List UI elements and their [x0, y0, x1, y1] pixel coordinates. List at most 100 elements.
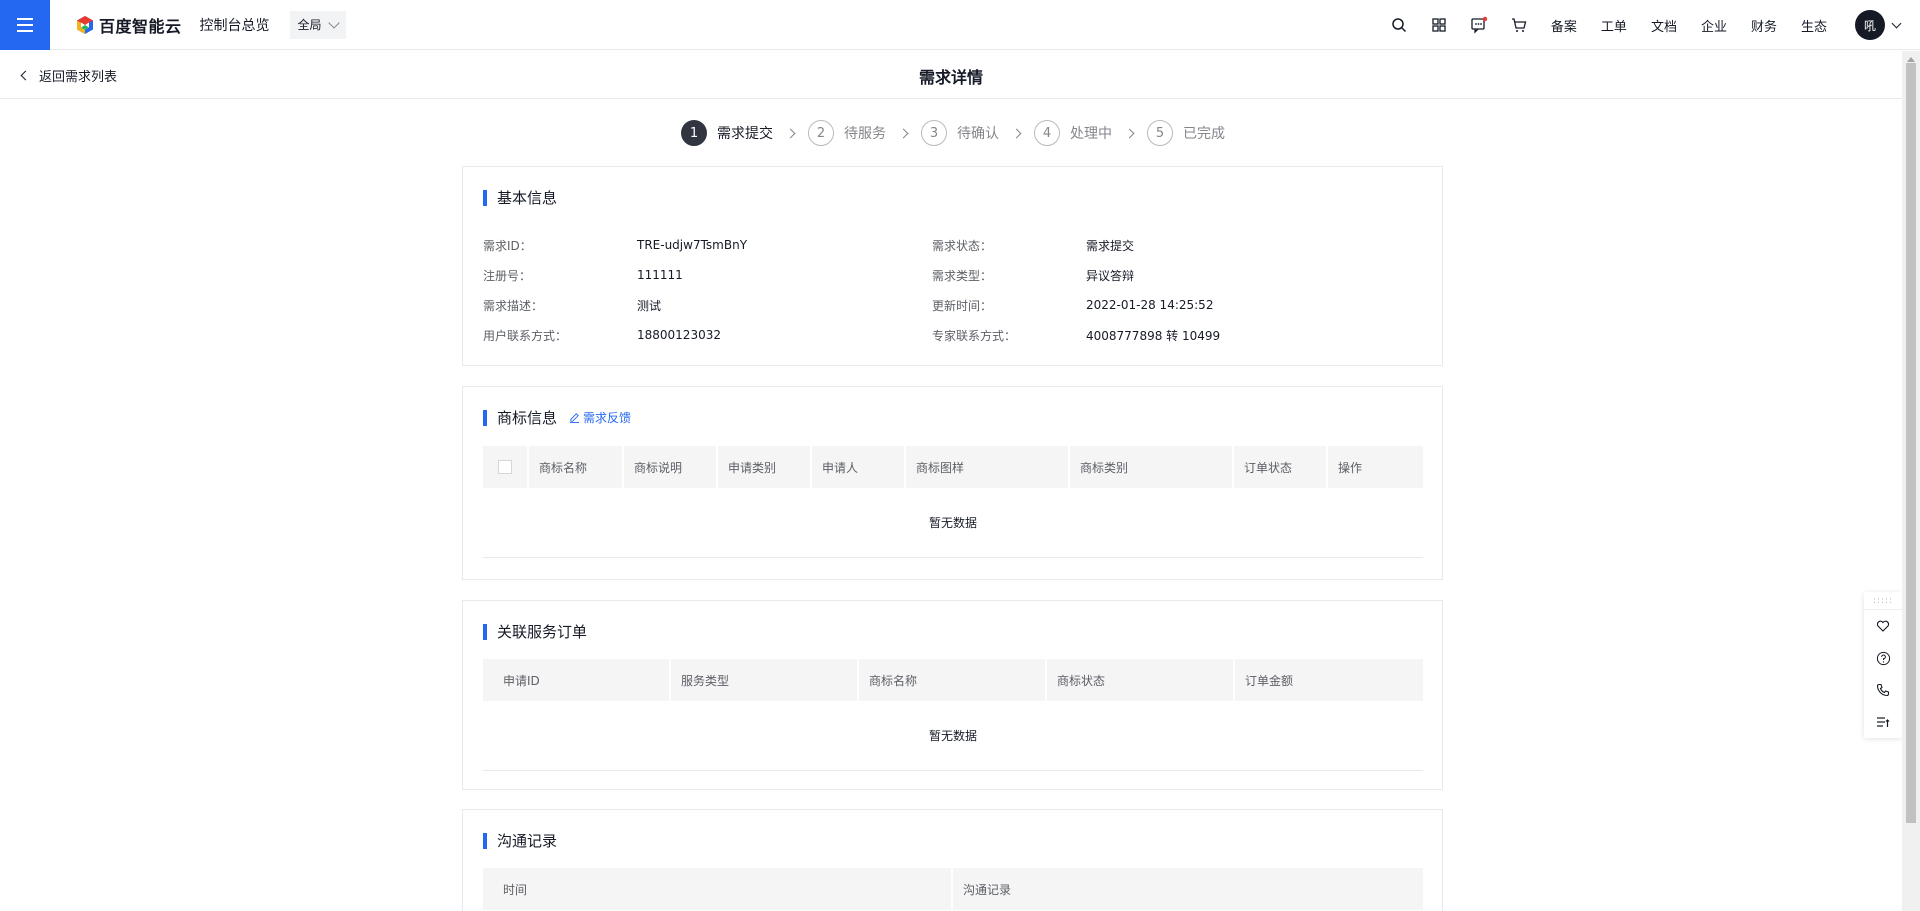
- cart-icon[interactable]: [1499, 0, 1539, 50]
- table-header: 申请ID 服务类型 商标名称 商标状态 订单金额: [483, 659, 1423, 701]
- avatar[interactable]: 吼: [1855, 10, 1885, 40]
- column-header[interactable]: 商标名称: [859, 659, 1047, 701]
- products-grid-icon[interactable]: [1419, 0, 1459, 50]
- chevron-right-icon: [785, 128, 796, 138]
- nav-link-finance[interactable]: 财务: [1751, 16, 1777, 35]
- step-5: 5 已完成: [1147, 120, 1225, 146]
- card-title: 沟通记录: [483, 830, 557, 851]
- column-header[interactable]: 操作: [1328, 446, 1423, 488]
- region-selector[interactable]: 全局: [289, 10, 346, 39]
- card-title-text: 沟通记录: [497, 832, 558, 850]
- title-accent-bar: [483, 409, 487, 426]
- basic-info-card: 基本信息 需求ID： TRE-udjw7TsmBnY 需求状态： 需求提交 注册…: [462, 166, 1443, 366]
- menu-icon[interactable]: [0, 0, 50, 50]
- communication-records-card: 沟通记录 时间 沟通记录: [462, 809, 1443, 911]
- title-accent-bar: [483, 189, 487, 206]
- communication-table: 时间 沟通记录: [483, 868, 1423, 910]
- info-row: 需求ID： TRE-udjw7TsmBnY 需求状态： 需求提交: [483, 230, 1423, 260]
- nav-link-docs[interactable]: 文档: [1651, 16, 1677, 35]
- table-header: 商标名称 商标说明 申请类别 申请人 商标图样 商标类别 订单状态 操作: [483, 446, 1423, 488]
- step-1: 1 需求提交: [681, 120, 773, 146]
- feedback-label: 需求反馈: [583, 411, 632, 425]
- vertical-scrollbar[interactable]: [1902, 51, 1920, 911]
- column-header[interactable]: 订单状态: [1234, 446, 1328, 488]
- nav-link-ticket[interactable]: 工单: [1601, 16, 1627, 35]
- help-icon[interactable]: [1864, 642, 1902, 674]
- info-value: 18800123032: [637, 328, 721, 342]
- column-header[interactable]: 申请ID: [483, 659, 671, 701]
- drag-handle[interactable]: :::::: [1864, 592, 1902, 610]
- page-title: 需求详情: [918, 68, 983, 87]
- phone-icon[interactable]: [1864, 674, 1902, 706]
- info-label: 需求状态：: [932, 238, 993, 253]
- console-overview-link[interactable]: 控制台总览: [200, 15, 270, 35]
- info-value: TRE-udjw7TsmBnY: [637, 238, 748, 252]
- step-2: 2 待服务: [808, 120, 886, 146]
- search-icon[interactable]: [1379, 0, 1419, 50]
- logo[interactable]: 百度智能云: [75, 0, 182, 50]
- card-title: 基本信息: [483, 187, 557, 208]
- info-row: 注册号： 111111 需求类型： 异议答辩: [483, 260, 1423, 290]
- title-accent-bar: [483, 623, 487, 640]
- progress-steps: 1 需求提交 2 待服务 3 待确认 4 处理中 5 已完成: [681, 120, 1225, 146]
- chevron-down-icon[interactable]: [1891, 18, 1902, 28]
- column-header[interactable]: 商标状态: [1047, 659, 1235, 701]
- column-header[interactable]: 申请人: [812, 446, 906, 488]
- step-label: 待服务: [844, 126, 886, 142]
- related-orders-card: 关联服务订单 申请ID 服务类型 商标名称 商标状态 订单金额 暂无数据: [462, 600, 1443, 790]
- info-grid: 需求ID： TRE-udjw7TsmBnY 需求状态： 需求提交 注册号： 11…: [483, 230, 1423, 350]
- column-header[interactable]: 时间: [483, 868, 953, 910]
- empty-state: 暂无数据: [483, 701, 1423, 771]
- chevron-right-icon: [1011, 128, 1022, 138]
- column-header[interactable]: 服务类型: [671, 659, 859, 701]
- info-row: 用户联系方式： 18800123032 专家联系方式： 4008777898 转…: [483, 320, 1423, 350]
- feedback-link[interactable]: 需求反馈: [569, 409, 631, 426]
- nav-link-beian[interactable]: 备案: [1551, 16, 1577, 35]
- feedback-list-icon[interactable]: [1864, 706, 1902, 738]
- title-accent-bar: [483, 832, 487, 849]
- chevron-right-icon: [1124, 128, 1135, 138]
- table-header: 时间 沟通记录: [483, 868, 1423, 910]
- step-3: 3 待确认: [921, 120, 999, 146]
- column-header[interactable]: 商标类别: [1070, 446, 1234, 488]
- chevron-right-icon: [898, 128, 909, 138]
- baidu-cloud-logo-icon: [77, 15, 93, 34]
- nav-link-enterprise[interactable]: 企业: [1701, 16, 1727, 35]
- chevron-down-icon: [327, 16, 340, 29]
- select-all-checkbox[interactable]: [498, 460, 512, 474]
- top-navbar: 百度智能云 控制台总览 全局 备案 工单 文档 企业 财务 生态 吼: [0, 0, 1920, 50]
- card-title-text: 关联服务订单: [497, 623, 588, 641]
- column-header[interactable]: 申请类别: [718, 446, 812, 488]
- nav-link-ecosystem[interactable]: 生态: [1801, 16, 1827, 35]
- step-label: 处理中: [1070, 126, 1112, 142]
- info-label: 用户联系方式：: [483, 328, 568, 343]
- message-icon[interactable]: [1459, 0, 1499, 50]
- step-4: 4 处理中: [1034, 120, 1112, 146]
- scrollbar-thumb[interactable]: [1906, 63, 1916, 823]
- info-label: 需求ID：: [483, 238, 532, 253]
- column-header[interactable]: 商标说明: [624, 446, 718, 488]
- info-label: 需求类型：: [932, 268, 993, 283]
- step-label: 待确认: [957, 126, 999, 142]
- step-number: 5: [1147, 120, 1173, 146]
- info-value: 4008777898 转 10499: [1086, 328, 1221, 343]
- card-title: 关联服务订单: [483, 621, 587, 642]
- empty-state: 暂无数据: [483, 488, 1423, 558]
- info-value: 测试: [637, 298, 662, 313]
- scroll-up-arrow-icon[interactable]: [1907, 57, 1915, 62]
- column-header[interactable]: 订单金额: [1235, 659, 1423, 701]
- favorite-icon[interactable]: [1864, 610, 1902, 642]
- step-label: 需求提交: [717, 126, 773, 142]
- column-header[interactable]: 商标图样: [906, 446, 1070, 488]
- info-value: 异议答辩: [1086, 268, 1135, 283]
- step-number: 1: [681, 120, 707, 146]
- column-header[interactable]: 商标名称: [529, 446, 624, 488]
- info-row: 需求描述： 测试 更新时间： 2022-01-28 14:25:52: [483, 290, 1423, 320]
- column-header[interactable]: 沟通记录: [953, 868, 1423, 910]
- floating-toolbar: :::::: [1864, 592, 1902, 738]
- info-value: 111111: [637, 268, 683, 282]
- info-label: 注册号：: [483, 268, 532, 283]
- region-label: 全局: [297, 18, 322, 32]
- info-value: 需求提交: [1086, 238, 1135, 253]
- step-label: 已完成: [1183, 126, 1225, 142]
